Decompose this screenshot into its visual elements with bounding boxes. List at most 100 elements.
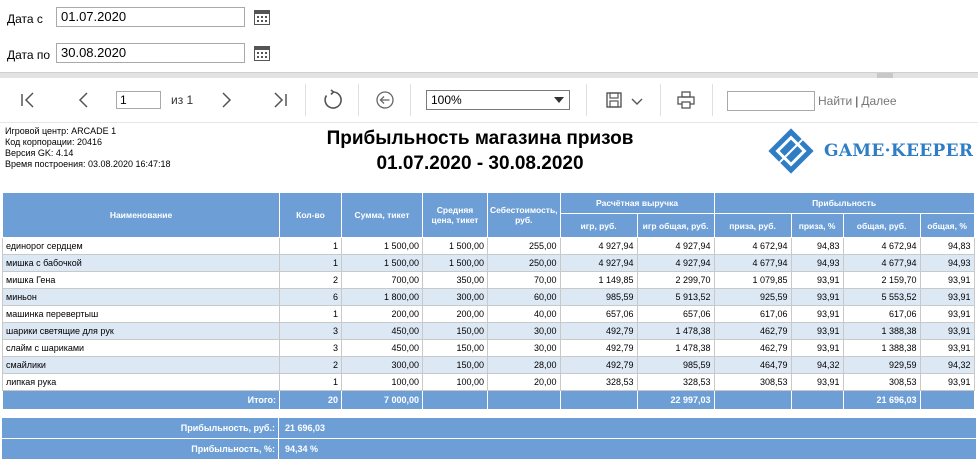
last-page-icon[interactable] [270,90,290,110]
cell-value: 328,53 [636,373,715,391]
cell-value: 93,91 [790,322,844,340]
cell-value: 462,79 [713,322,792,340]
cell-value: 30,00 [487,322,561,340]
date-from-label: Дата с [7,12,43,26]
cell-value: 308,53 [842,373,921,391]
cell-name: шарики светящие для рук [2,322,280,340]
zoom-value: 100% [431,93,462,107]
toolbar-separator [410,84,411,116]
cell-value: 200,00 [341,305,423,323]
cell-value: 4 672,94 [713,237,792,255]
cell-name: мишка Гена [2,271,280,289]
cell-name: миньон [2,288,280,306]
cell-value: 93,91 [919,271,975,289]
cell-value: 450,00 [341,322,423,340]
page-number-input[interactable]: 1 [116,91,161,109]
cell-value: 6 [279,288,342,306]
cell-value: 2 159,70 [842,271,921,289]
export-dropdown-icon[interactable] [630,90,644,110]
page-count-label: из 1 [171,93,194,107]
total-profit-total-rub: 21 696,03 [842,390,921,410]
back-icon[interactable] [374,89,396,111]
cell-value: 4 927,94 [559,237,638,255]
cell-value: 20,00 [487,373,561,391]
table-row: мишка с бабочкой 1 1 500,00 1 500,00 250,00 4… [2,254,975,272]
date-from-input[interactable]: 01.07.2020 [56,7,245,27]
cell-value: 1 388,38 [842,322,921,340]
cell-value: 5 553,52 [842,288,921,306]
cell-value: 93,91 [919,288,975,306]
total-qty: 20 [279,390,342,410]
total-label: Итого: [2,390,280,410]
find-input[interactable] [727,91,815,111]
cell-value: 4 677,94 [842,254,921,272]
table-row: машинка перевертыш 1 200,00 200,00 40,00 657,… [2,305,975,323]
total-empty [919,390,975,410]
toolbar-separator [358,84,359,116]
cell-value: 30,00 [487,339,561,357]
cell-value: 94,93 [790,254,844,272]
report-meta: Игровой центр: ARCADE 1 Код корпорации: … [5,126,171,170]
cell-value: 985,59 [559,288,638,306]
cell-value: 93,91 [790,373,844,391]
filter-panel: Дата с 01.07.2020 Дата по 30.08.2020 [0,0,978,72]
save-icon[interactable] [604,90,624,110]
cell-value: 93,91 [919,373,975,391]
cell-value: 492,79 [559,322,638,340]
cell-value: 1 [279,305,342,323]
cell-value: 657,06 [559,305,638,323]
cell-value: 28,00 [487,356,561,374]
cell-value: 94,32 [919,356,975,374]
cell-value: 700,00 [341,271,423,289]
date-from-calendar-icon[interactable] [254,10,270,25]
cell-value: 617,06 [713,305,792,323]
next-page-icon[interactable] [216,90,236,110]
cell-name: смайлики [2,356,280,374]
meta-line: Версия GK: 4.14 [5,148,74,158]
col-profit-prize-pct: приза, % [790,213,844,238]
cell-value: 464,79 [713,356,792,374]
cell-value: 4 677,94 [713,254,792,272]
date-to-calendar-icon[interactable] [254,46,270,61]
print-icon[interactable] [676,90,696,110]
date-to-input[interactable]: 30.08.2020 [56,43,245,63]
chevron-down-icon [554,97,564,103]
previous-page-icon[interactable] [74,90,94,110]
table-row: шарики светящие для рук 3 450,00 150,00 30,0… [2,322,975,340]
table-row: миньон 6 1 800,00 300,00 60,00 985,59 5 913,52… [2,288,975,306]
report-body: Игровой центр: ARCADE 1 Код корпорации: … [0,123,978,460]
cell-name: единорог сердцем [2,237,280,255]
refresh-icon[interactable] [322,89,344,111]
cell-value: 1 [279,254,342,272]
summary-profit-rub: Прибыльность, руб.: 21 696,03 [2,418,976,438]
find-link[interactable]: Найти [818,94,852,108]
summary-profit-pct-value: 94,34 % [285,444,319,454]
table-row: липкая рука 1 100,00 100,00 20,00 328,53 328,5… [2,373,975,391]
table-row: мишка Гена 2 700,00 350,00 70,00 1 149,85 2 29… [2,271,975,289]
col-name: Наименование [2,192,280,238]
profit-table: Наименование Кол-во Сумма, тикет Средняя… [2,192,975,410]
col-group-profit: Прибыльность [713,192,975,214]
col-profit-total-pct: общая, % [919,213,975,238]
cell-value: 40,00 [487,305,561,323]
cell-value: 2 [279,271,342,289]
first-page-icon[interactable] [18,90,38,110]
cell-value: 255,00 [487,237,561,255]
report-period: 01.07.2020 - 30.08.2020 [376,153,584,174]
total-empty [790,390,844,410]
cell-value: 5 913,52 [636,288,715,306]
cell-value: 4 927,94 [636,237,715,255]
cell-value: 93,91 [919,322,975,340]
table-row: смайлики 2 300,00 150,00 28,00 492,79 985,59 46… [2,356,975,374]
cell-name: машинка перевертыш [2,305,280,323]
cell-value: 492,79 [559,339,638,357]
logo-mark-icon [768,128,814,174]
summary-profit-pct: Прибыльность, %: 94,34 % [2,439,976,459]
col-qty: Кол-во [279,192,342,238]
cell-name: слайм с шариками [2,339,280,357]
cell-value: 1 079,85 [713,271,792,289]
cell-value: 93,91 [790,305,844,323]
zoom-select[interactable]: 100% [426,90,570,110]
toolbar-separator [660,84,661,116]
next-link[interactable]: Далее [861,94,896,108]
